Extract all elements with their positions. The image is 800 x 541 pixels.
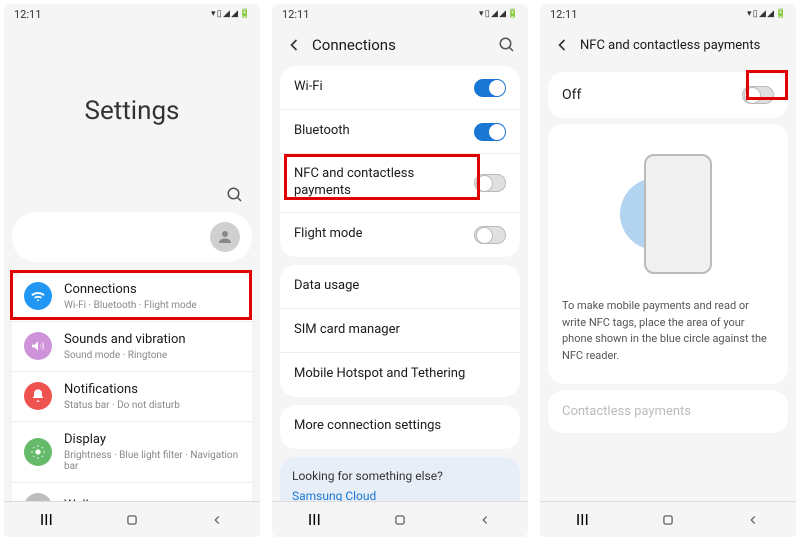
status-icons: ▾ ▯ ◢ ◢ 🔋 (211, 9, 250, 19)
nav-back[interactable] (478, 513, 492, 527)
search-icon[interactable] (498, 36, 516, 54)
display-icon (24, 438, 52, 466)
sim-manager-row[interactable]: SIM card manager (280, 309, 520, 353)
flight-toggle[interactable] (474, 226, 506, 244)
nav-back[interactable] (746, 513, 760, 527)
status-bar: 12:11 ▾ ▯ ◢ ◢ 🔋 (540, 4, 796, 24)
nav-bar: III (4, 501, 260, 537)
wifi-toggle[interactable] (474, 79, 506, 97)
header-bar: NFC and contactless payments (540, 24, 796, 66)
bluetooth-toggle[interactable] (474, 123, 506, 141)
nfc-status-row: Off (548, 72, 788, 118)
row-title: Wi-Fi (294, 79, 474, 96)
settings-list: Connections Wi-Fi · Bluetooth · Flight m… (12, 272, 252, 501)
settings-item-title: Sounds and vibration (64, 332, 240, 349)
status-icons: ▾ ▯ ◢ ◢ 🔋 (479, 9, 518, 19)
status-time: 12:11 (550, 8, 577, 21)
settings-item-sub: Status bar · Do not disturb (64, 400, 240, 411)
sound-icon (24, 332, 52, 360)
settings-item-wallpaper[interactable]: Wallpaper (12, 483, 252, 501)
status-icons: ▾ ▯ ◢ ◢ 🔋 (747, 9, 786, 19)
nav-recent[interactable]: III (308, 510, 321, 529)
nav-home[interactable] (661, 513, 675, 527)
nav-bar: III (540, 501, 796, 537)
row-title: Bluetooth (294, 123, 474, 140)
flight-mode-row[interactable]: Flight mode (280, 213, 520, 257)
page-title: Settings (4, 96, 260, 126)
settings-item-title: Connections (64, 282, 240, 299)
samsung-cloud-link[interactable]: Samsung Cloud (292, 489, 508, 501)
bell-icon (24, 382, 52, 410)
nfc-status-label: Off (562, 87, 581, 103)
settings-item-connections[interactable]: Connections Wi-Fi · Bluetooth · Flight m… (12, 272, 252, 322)
settings-item-title: Notifications (64, 382, 240, 399)
wallpaper-icon (24, 493, 52, 501)
more-settings-row[interactable]: More connection settings (280, 405, 520, 449)
status-time: 12:11 (14, 8, 41, 21)
nfc-info-card: To make mobile payments and read or writ… (548, 124, 788, 384)
nav-home[interactable] (393, 513, 407, 527)
nfc-screen: 12:11 ▾ ▯ ◢ ◢ 🔋 NFC and contactless paym… (540, 4, 796, 537)
header-title: NFC and contactless payments (580, 38, 784, 53)
nav-bar: III (272, 501, 528, 537)
settings-item-sub: Sound mode · Ringtone (64, 350, 240, 361)
wifi-row[interactable]: Wi-Fi (280, 66, 520, 110)
looking-title: Looking for something else? (292, 469, 508, 483)
settings-item-sounds[interactable]: Sounds and vibration Sound mode · Ringto… (12, 322, 252, 372)
phone-outline-icon (644, 154, 712, 274)
row-title: Flight mode (294, 226, 474, 243)
nfc-description: To make mobile payments and read or writ… (562, 298, 774, 364)
settings-item-notifications[interactable]: Notifications Status bar · Do not distur… (12, 372, 252, 422)
status-bar: 12:11 ▾ ▯ ◢ ◢ 🔋 (272, 4, 528, 24)
bluetooth-row[interactable]: Bluetooth (280, 110, 520, 154)
row-title: Mobile Hotspot and Tethering (294, 366, 506, 383)
nfc-toggle[interactable] (474, 174, 506, 192)
header-bar: Connections (272, 24, 528, 66)
search-icon[interactable] (226, 186, 244, 204)
connection-toggles: Wi-Fi Bluetooth NFC and contactless paym… (280, 66, 520, 257)
row-title: NFC and contactless payments (294, 166, 474, 200)
looking-card: Looking for something else? Samsung Clou… (280, 457, 520, 501)
settings-screen: 12:11 ▾ ▯ ◢ ◢ 🔋 Settings Connections Wi-… (4, 4, 260, 537)
connections-screen: 12:11 ▾ ▯ ◢ ◢ 🔋 Connections Wi-Fi Blueto… (272, 4, 528, 537)
settings-item-sub: Brightness · Blue light filter · Navigat… (64, 450, 240, 472)
status-bar: 12:11 ▾ ▯ ◢ ◢ 🔋 (4, 4, 260, 24)
back-icon[interactable] (284, 35, 304, 55)
nav-recent[interactable]: III (40, 510, 53, 529)
nfc-row[interactable]: NFC and contactless payments (280, 154, 520, 213)
header-title: Connections (312, 36, 498, 54)
row-title: Data usage (294, 278, 506, 295)
wifi-icon (24, 282, 52, 310)
hotspot-row[interactable]: Mobile Hotspot and Tethering (280, 353, 520, 397)
connection-list2: Data usage SIM card manager Mobile Hotsp… (280, 265, 520, 397)
settings-item-display[interactable]: Display Brightness · Blue light filter ·… (12, 422, 252, 483)
settings-item-title: Display (64, 432, 240, 449)
nfc-main-toggle[interactable] (742, 86, 774, 104)
row-title: SIM card manager (294, 322, 506, 339)
contactless-payments-row: Contactless payments (548, 390, 788, 433)
status-time: 12:11 (282, 8, 309, 21)
connection-list3: More connection settings (280, 405, 520, 449)
data-usage-row[interactable]: Data usage (280, 265, 520, 309)
nav-back[interactable] (210, 513, 224, 527)
nav-recent[interactable]: III (576, 510, 589, 529)
row-title: More connection settings (294, 418, 506, 435)
avatar-icon (210, 222, 240, 252)
nav-home[interactable] (125, 513, 139, 527)
profile-row[interactable] (12, 212, 252, 262)
back-icon[interactable] (552, 35, 572, 55)
nfc-illustration (562, 144, 774, 284)
settings-item-sub: Wi-Fi · Bluetooth · Flight mode (64, 300, 240, 311)
